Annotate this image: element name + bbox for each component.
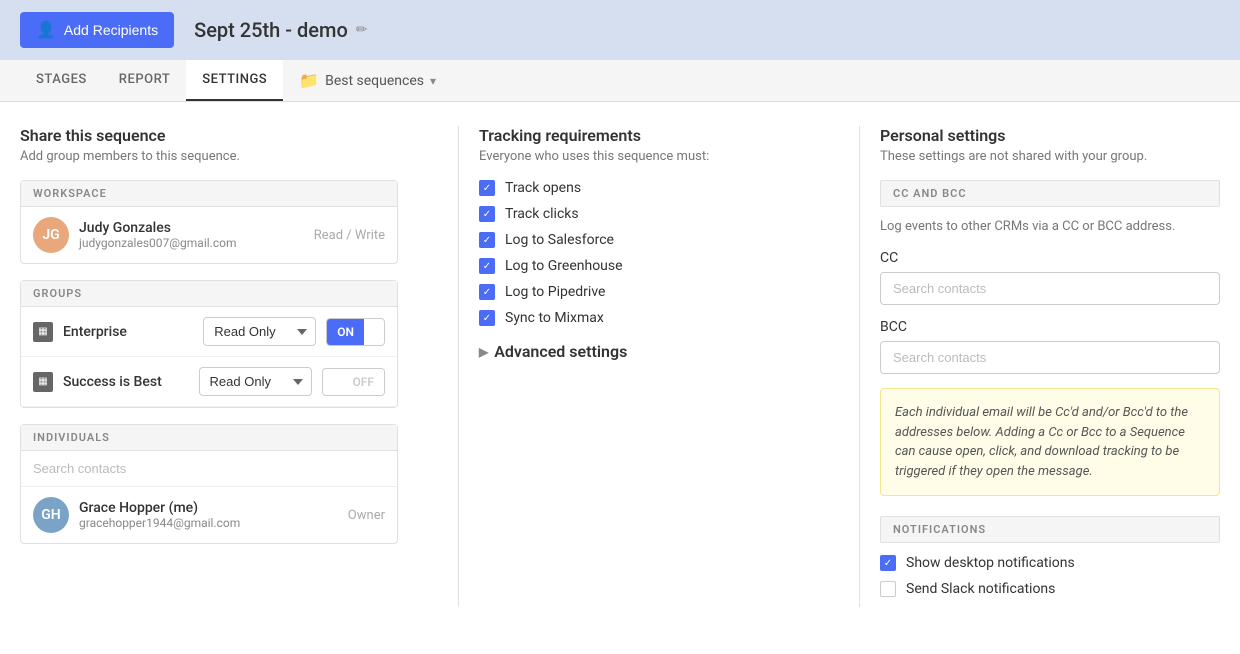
share-subtitle: Add group members to this sequence. [20, 149, 398, 164]
log-salesforce-checkbox[interactable]: ✓ [479, 232, 495, 248]
add-user-icon: 👤 [36, 20, 56, 40]
log-pipedrive-row: ✓ Log to Pipedrive [479, 284, 799, 300]
cc-bcc-warning: Each individual email will be Cc'd and/o… [880, 388, 1220, 496]
folder-icon: 📁 [299, 71, 319, 90]
track-clicks-checkbox[interactable]: ✓ [479, 206, 495, 222]
workspace-member-row: JG Judy Gonzales judygonzales007@gmail.c… [21, 207, 397, 263]
personal-section: Personal settings These settings are not… [880, 126, 1220, 607]
divider-1 [458, 126, 459, 607]
main-content: Share this sequence Add group members to… [0, 102, 1240, 631]
chevron-right-icon: ▶ [479, 345, 488, 359]
personal-subtitle: These settings are not shared with your … [880, 149, 1220, 164]
track-clicks-row: ✓ Track clicks [479, 206, 799, 222]
log-pipedrive-label: Log to Pipedrive [505, 284, 605, 300]
cc-search-input[interactable] [880, 272, 1220, 305]
advanced-settings-label: Advanced settings [494, 342, 627, 361]
sync-mixmax-checkbox[interactable]: ✓ [479, 310, 495, 326]
track-opens-row: ✓ Track opens [479, 180, 799, 196]
notifications-header: NOTIFICATIONS [880, 516, 1220, 543]
success-toggle[interactable]: OFF [322, 368, 385, 396]
log-pipedrive-checkbox[interactable]: ✓ [479, 284, 495, 300]
slack-notifications-label: Send Slack notifications [906, 581, 1055, 597]
bcc-label: BCC [880, 319, 1220, 335]
member-info: Judy Gonzales judygonzales007@gmail.com [79, 220, 304, 250]
toggle-off-label [364, 326, 384, 338]
member-role: Read / Write [314, 228, 385, 243]
add-recipients-button[interactable]: 👤 Add Recipients [20, 12, 174, 48]
personal-title: Personal settings [880, 126, 1220, 145]
toggle-off-label-off: OFF [343, 369, 384, 395]
tracking-section: Tracking requirements Everyone who uses … [479, 126, 839, 607]
advanced-settings-toggle[interactable]: ▶ Advanced settings [479, 342, 799, 361]
individual-member-name: Grace Hopper (me) [79, 500, 338, 516]
workspace-label: WORKSPACE [21, 181, 397, 207]
group-icon-enterprise: ▦ [33, 322, 53, 342]
search-contacts-input[interactable] [21, 451, 397, 487]
toggle-on-label: ON [327, 319, 364, 345]
tracking-subtitle: Everyone who uses this sequence must: [479, 149, 799, 164]
tab-settings[interactable]: SETTINGS [186, 60, 283, 101]
member-email: judygonzales007@gmail.com [79, 236, 304, 250]
desktop-notifications-row: ✓ Show desktop notifications [880, 555, 1220, 571]
cc-bcc-description: Log events to other CRMs via a CC or BCC… [880, 219, 1220, 234]
avatar-grace: GH [33, 497, 69, 533]
cc-label: CC [880, 250, 1220, 266]
group-row-enterprise: ▦ Enterprise Read Only Read / Write Admi… [21, 307, 397, 357]
sequence-title: Sept 25th - demo [194, 18, 348, 42]
groups-label: GROUPS [21, 281, 397, 307]
avatar: JG [33, 217, 69, 253]
log-salesforce-label: Log to Salesforce [505, 232, 614, 248]
workspace-container: WORKSPACE JG Judy Gonzales judygonzales0… [20, 180, 398, 264]
slack-notifications-row: Send Slack notifications [880, 581, 1220, 597]
share-section: Share this sequence Add group members to… [20, 126, 438, 607]
tab-best-sequences[interactable]: 📁 Best sequences ▾ [283, 61, 452, 100]
sequence-title-container: Sept 25th - demo ✏ [194, 18, 367, 42]
toggle-on-empty [323, 376, 343, 388]
slack-notifications-checkbox[interactable] [880, 581, 896, 597]
individual-member-info: Grace Hopper (me) gracehopper1944@gmail.… [79, 500, 338, 530]
tab-report[interactable]: REPORT [103, 60, 186, 101]
enterprise-permission-select[interactable]: Read Only Read / Write Admin [203, 317, 316, 346]
sync-mixmax-row: ✓ Sync to Mixmax [479, 310, 799, 326]
groups-container: GROUPS ▦ Enterprise Read Only Read / Wri… [20, 280, 398, 408]
log-greenhouse-label: Log to Greenhouse [505, 258, 623, 274]
log-greenhouse-row: ✓ Log to Greenhouse [479, 258, 799, 274]
member-name: Judy Gonzales [79, 220, 304, 236]
log-salesforce-row: ✓ Log to Salesforce [479, 232, 799, 248]
enterprise-toggle[interactable]: ON [326, 318, 385, 346]
sync-mixmax-label: Sync to Mixmax [505, 310, 604, 326]
log-greenhouse-checkbox[interactable]: ✓ [479, 258, 495, 274]
header: 👤 Add Recipients Sept 25th - demo ✏ [0, 0, 1240, 60]
track-opens-checkbox[interactable]: ✓ [479, 180, 495, 196]
success-permission-select[interactable]: Read Only Read / Write Admin [199, 367, 312, 396]
individual-member-email: gracehopper1944@gmail.com [79, 516, 338, 530]
individual-member-row: GH Grace Hopper (me) gracehopper1944@gma… [21, 487, 397, 543]
individual-member-role: Owner [348, 508, 385, 523]
desktop-notifications-checkbox[interactable]: ✓ [880, 555, 896, 571]
chevron-down-icon: ▾ [430, 74, 436, 88]
tracking-title: Tracking requirements [479, 126, 799, 145]
group-name-success: Success is Best [63, 374, 189, 390]
tab-stages[interactable]: STAGES [20, 60, 103, 101]
individuals-label: INDIVIDUALS [21, 425, 397, 451]
bcc-search-input[interactable] [880, 341, 1220, 374]
individuals-container: INDIVIDUALS GH Grace Hopper (me) graceho… [20, 424, 398, 544]
group-name-enterprise: Enterprise [63, 324, 193, 340]
track-opens-label: Track opens [505, 180, 581, 196]
group-icon-success: ▦ [33, 372, 53, 392]
group-row-success: ▦ Success is Best Read Only Read / Write… [21, 357, 397, 407]
track-clicks-label: Track clicks [505, 206, 579, 222]
cc-bcc-header: CC AND BCC [880, 180, 1220, 207]
tabs-bar: STAGES REPORT SETTINGS 📁 Best sequences … [0, 60, 1240, 102]
edit-icon[interactable]: ✏ [356, 22, 368, 38]
divider-2 [859, 126, 860, 607]
share-title: Share this sequence [20, 126, 398, 145]
desktop-notifications-label: Show desktop notifications [906, 555, 1075, 571]
